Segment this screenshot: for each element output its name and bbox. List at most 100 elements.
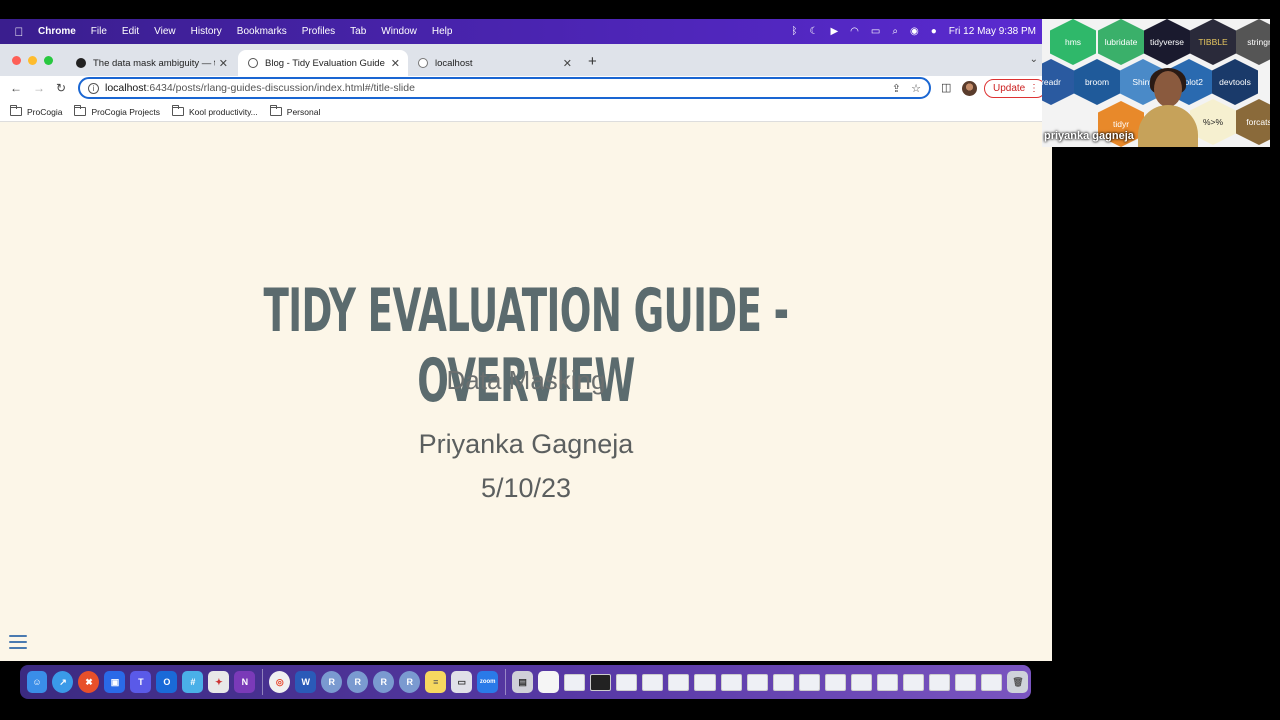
menu-view[interactable]: View: [154, 26, 176, 37]
zoom-window-button[interactable]: [44, 56, 53, 65]
hex-sticker: tidyverse: [1144, 19, 1190, 65]
bookmark-personal[interactable]: Personal: [269, 105, 321, 117]
address-bar[interactable]: i localhost:6434/posts/rlang-guides-disc…: [78, 77, 931, 99]
bluetooth-icon[interactable]: ᛒ: [791, 26, 797, 37]
side-panel-icon[interactable]: ◫: [941, 81, 951, 94]
bookmark-procogia[interactable]: ProCogia: [10, 105, 63, 117]
minimize-window-button[interactable]: [28, 56, 37, 65]
window-thumbnail[interactable]: [981, 673, 1003, 691]
bookmark-label: ProCogia: [27, 106, 63, 117]
menu-help[interactable]: Help: [432, 26, 453, 37]
menu-tab[interactable]: Tab: [350, 26, 366, 37]
bookmark-kool-productivity[interactable]: Kool productivity...: [171, 105, 258, 117]
window-thumbnail[interactable]: ▤: [512, 671, 534, 693]
window-thumbnail[interactable]: [929, 673, 951, 691]
battery-icon[interactable]: ▭: [871, 26, 880, 37]
github-icon: [76, 58, 86, 68]
window-thumbnail[interactable]: [616, 673, 638, 691]
bookmark-procogia-projects[interactable]: ProCogia Projects: [74, 105, 160, 117]
siri-icon[interactable]: ●: [931, 26, 937, 37]
app-icon[interactable]: ✖: [78, 671, 100, 693]
document-icon[interactable]: [538, 671, 560, 693]
window-thumbnail[interactable]: [590, 673, 612, 691]
folder-icon: [74, 105, 87, 116]
tab-blog-tidy-eval[interactable]: Blog - Tidy Evaluation Guide - ✕: [238, 50, 408, 76]
hamburger-menu-icon[interactable]: [9, 635, 27, 649]
slack-icon[interactable]: #: [182, 671, 204, 693]
folder-icon: [171, 105, 184, 116]
tab-title: The data mask ambiguity — top: [93, 57, 215, 69]
chrome-icon[interactable]: ◎: [269, 671, 291, 693]
bookmark-label: Personal: [286, 106, 321, 117]
window-thumbnail[interactable]: [824, 673, 846, 691]
window-thumbnail[interactable]: [720, 673, 742, 691]
window-thumbnail[interactable]: [850, 673, 873, 691]
profile-avatar[interactable]: [962, 81, 977, 96]
teams-icon[interactable]: T: [130, 671, 152, 693]
wifi-icon[interactable]: ◠: [850, 26, 859, 37]
keynote-icon[interactable]: ▣: [104, 671, 126, 693]
chevron-down-icon[interactable]: ⌄: [1030, 54, 1038, 65]
control-center-icon[interactable]: ◉: [910, 26, 919, 37]
clock[interactable]: Fri 12 May 9:38 PM: [949, 26, 1036, 37]
window-thumbnail[interactable]: [746, 673, 768, 691]
update-label: Update: [993, 83, 1026, 94]
menu-history[interactable]: History: [191, 26, 222, 37]
window-thumbnail[interactable]: [903, 673, 925, 691]
window-thumbnail[interactable]: [955, 673, 977, 691]
window-thumbnail[interactable]: [772, 673, 794, 691]
zoom-icon[interactable]: zoom: [477, 671, 499, 693]
tab-localhost[interactable]: localhost ✕: [408, 50, 580, 76]
folder-icon: [269, 105, 282, 116]
bookmark-label: ProCogia Projects: [91, 106, 160, 117]
new-tab-icon[interactable]: +: [588, 53, 597, 70]
update-button[interactable]: Update ⋮: [984, 79, 1046, 98]
window-thumbnail[interactable]: [798, 673, 820, 691]
hex-sticker: lubridate: [1098, 19, 1144, 65]
menu-bookmarks[interactable]: Bookmarks: [237, 26, 287, 37]
window-thumbnail[interactable]: [877, 673, 899, 691]
more-icon[interactable]: ⋮: [1029, 83, 1039, 94]
play-icon[interactable]: ▶: [830, 26, 838, 37]
window-thumbnail[interactable]: [564, 673, 586, 691]
search-icon[interactable]: ⌕: [892, 26, 898, 37]
rstudio-icon[interactable]: R: [321, 671, 343, 693]
slack-alt-icon[interactable]: ✦: [208, 671, 230, 693]
tab-data-mask[interactable]: The data mask ambiguity — top ✕: [66, 50, 236, 76]
rstudio-icon[interactable]: R: [347, 671, 369, 693]
menu-profiles[interactable]: Profiles: [302, 26, 335, 37]
reload-icon[interactable]: ↻: [56, 81, 66, 95]
menu-app-name[interactable]: Chrome: [38, 26, 76, 37]
bookmark-star-icon[interactable]: ☆: [911, 82, 921, 95]
share-icon[interactable]: ⇪: [892, 82, 901, 95]
finder-icon[interactable]: ☺: [26, 671, 48, 693]
chrome-window: The data mask ambiguity — top ✕ Blog - T…: [0, 44, 1052, 661]
trash-icon[interactable]: 🗑: [1007, 671, 1029, 693]
forward-icon[interactable]: →: [33, 81, 45, 95]
notes-icon[interactable]: ≡: [425, 671, 447, 693]
bookmarks-bar: ProCogia ProCogia Projects Kool producti…: [0, 102, 1052, 122]
outlook-icon[interactable]: O: [156, 671, 178, 693]
info-icon[interactable]: i: [88, 82, 99, 94]
window-thumbnail[interactable]: [694, 673, 716, 691]
menu-window[interactable]: Window: [381, 26, 417, 37]
menu-edit[interactable]: Edit: [122, 26, 139, 37]
safari-icon[interactable]: ↗: [52, 671, 74, 693]
moon-icon[interactable]: ☾: [809, 26, 818, 37]
rstudio-icon[interactable]: R: [373, 671, 395, 693]
window-thumbnail[interactable]: [668, 673, 690, 691]
url-path: :6434/posts/rlang-guides-discussion/inde…: [146, 82, 415, 94]
close-window-button[interactable]: [12, 56, 21, 65]
window-thumbnail[interactable]: [642, 673, 664, 691]
rstudio-icon[interactable]: R: [399, 671, 421, 693]
back-icon[interactable]: ←: [10, 81, 22, 95]
menu-file[interactable]: File: [91, 26, 107, 37]
close-tab-icon[interactable]: ✕: [391, 57, 400, 70]
apple-icon[interactable]: : [0, 25, 38, 39]
close-tab-icon[interactable]: ✕: [219, 57, 228, 70]
preview-icon[interactable]: ▭: [451, 671, 473, 693]
close-tab-icon[interactable]: ✕: [563, 57, 572, 70]
tab-title: localhost: [435, 57, 473, 69]
word-icon[interactable]: W: [295, 671, 317, 693]
onenote-icon[interactable]: N: [234, 671, 256, 693]
